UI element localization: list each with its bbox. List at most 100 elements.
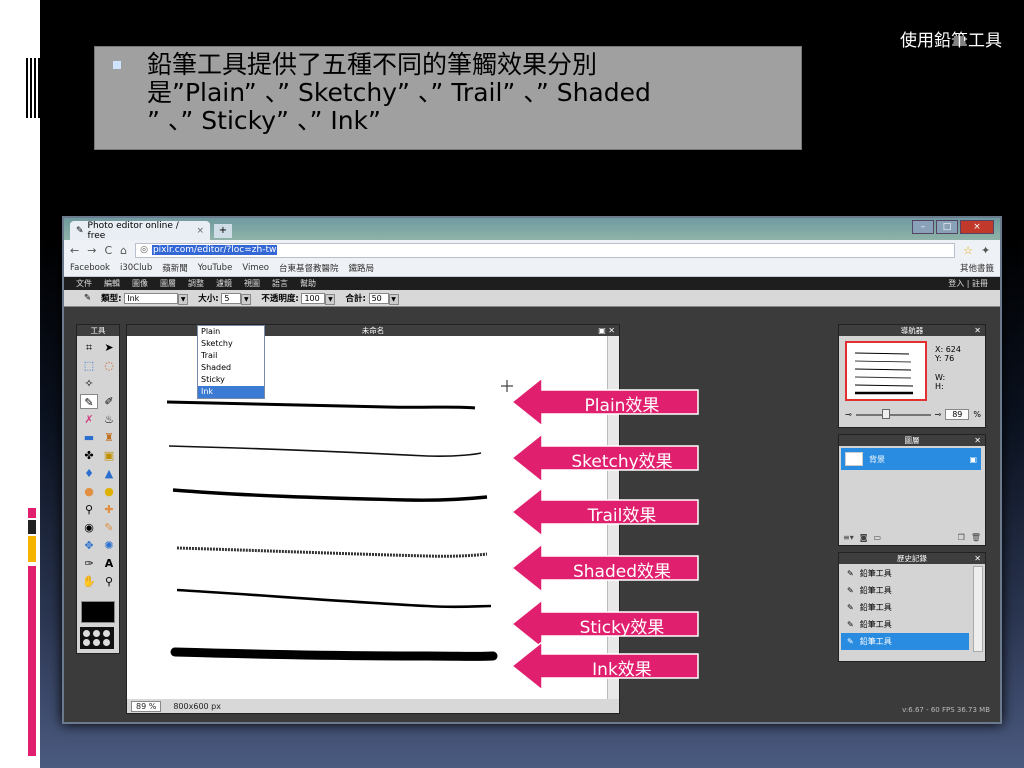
type-select[interactable]: Ink [124,292,179,304]
home-icon[interactable]: ⌂ [120,244,127,257]
navigator-thumbnail[interactable] [845,341,927,401]
crop-icon[interactable]: ⌗ [80,340,98,355]
status-zoom[interactable]: 89 % [131,700,162,712]
canvas-window-controls[interactable]: ▣ ✕ [598,325,615,336]
bookmark-facebook[interactable]: Facebook [70,263,110,273]
bookmark-railway[interactable]: 鐵路局 [349,262,375,274]
minimize-button[interactable]: – [912,220,934,234]
bandage-icon[interactable]: ✎ [100,520,118,535]
bucket-icon[interactable]: ♨ [100,412,118,427]
sponge-icon[interactable]: ● [80,484,98,499]
history-item[interactable]: ✎ 鉛筆工具 [841,599,969,616]
dropdown-option-sticky[interactable]: Sticky [198,374,264,386]
dropdown-option-trail[interactable]: Trail [198,350,264,362]
redeye-icon[interactable]: ◉ [80,520,98,535]
zoom-out-icon[interactable]: ⊸ [845,410,852,419]
drop-icon[interactable]: ♦ [80,466,98,481]
menu-image[interactable]: 圖像 [132,278,148,289]
history-item[interactable]: ✎ 鉛筆工具 [841,616,969,633]
hand-icon[interactable]: ✋ [80,574,98,589]
brush-icon[interactable]: ✐ [100,394,118,409]
close-window-button[interactable]: × [960,220,994,234]
history-item[interactable]: ✎ 鉛筆工具 [841,565,969,582]
bookmark-hospital[interactable]: 台東基督教醫院 [279,262,339,274]
dropdown-option-ink[interactable]: Ink [198,386,264,398]
opacity-dropdown-arrow-icon[interactable]: ▼ [325,293,336,305]
bloat-icon[interactable]: ✺ [100,538,118,553]
lasso-icon[interactable]: ◌ [100,358,118,373]
other-bookmarks[interactable]: 其他書籤 [960,262,994,274]
bookmark-vimeo[interactable]: Vimeo [242,263,269,273]
history-item[interactable]: ✎ 鉛筆工具 [841,582,969,599]
star-icon[interactable]: ☆ [963,244,973,257]
back-icon[interactable]: ← [70,244,79,257]
navigator-zoom-value[interactable]: 89 [945,409,970,420]
layer-mask-icon[interactable]: ◙ [860,533,868,542]
layer-new-folder-icon[interactable]: ▭ [873,533,881,542]
dropdown-option-shaded[interactable]: Shaded [198,362,264,374]
pinch-icon[interactable]: ✥ [80,538,98,553]
wrench-icon[interactable]: ✦ [981,244,990,257]
history-scrollbar[interactable] [973,566,983,652]
text-icon[interactable]: A [100,556,118,571]
menu-view[interactable]: 視圖 [244,278,260,289]
forward-icon[interactable]: → [87,244,96,257]
bookmark-news[interactable]: 蘋新聞 [162,262,188,274]
navigator-close-icon[interactable]: ✕ [974,325,981,336]
reload-icon[interactable]: C [104,244,112,257]
menu-language[interactable]: 語言 [272,278,288,289]
total-input[interactable]: 50 [368,292,389,304]
menu-edit[interactable]: 編輯 [104,278,120,289]
zoom-slider-knob[interactable] [881,408,890,419]
layer-new-icon[interactable]: ❐ [958,533,965,542]
dropdown-option-sketchy[interactable]: Sketchy [198,338,264,350]
bookmark-i30club[interactable]: i30Club [120,263,152,273]
url-input[interactable]: ◎ pixlr.com/editor/?loc=zh-tw [135,242,956,258]
zoom-icon[interactable]: ⚲ [100,574,118,589]
menu-adjust[interactable]: 調整 [188,278,204,289]
maximize-button[interactable]: □ [936,220,958,234]
zoom-slider[interactable] [855,408,931,419]
tool-presets[interactable] [80,627,114,649]
burn-icon[interactable]: ⚲ [80,502,98,517]
type-dropdown-list[interactable]: Plain Sketchy Trail Shaded Sticky Ink [197,325,265,399]
color-swatch[interactable] [81,601,115,623]
close-tab-icon[interactable]: × [196,226,204,236]
bookmark-youtube[interactable]: YouTube [198,263,233,273]
pencil-tool-icon[interactable]: ✎ [80,394,98,409]
heal-icon[interactable]: ✚ [100,502,118,517]
layer-options-icon[interactable]: ≡▾ [843,533,854,542]
opacity-input[interactable]: 100 [301,292,326,304]
color-picker-icon[interactable]: ✑ [80,556,98,571]
history-close-icon[interactable]: ✕ [974,553,981,564]
browser-tab[interactable]: ✎ Photo editor online / free × [70,221,210,241]
layers-close-icon[interactable]: ✕ [974,435,981,446]
marquee-icon[interactable]: ⬚ [80,358,98,373]
size-input[interactable]: 5 [221,292,242,304]
login-link[interactable]: 登入 | 註冊 [948,278,988,289]
picture-icon[interactable]: ▣ [100,448,118,463]
layer-item-background[interactable]: 背景 ▣ [841,448,981,470]
dropdown-option-plain[interactable]: Plain [198,326,264,338]
history-item-current[interactable]: ✎ 鉛筆工具 [841,633,969,650]
eraser-icon[interactable]: ✗ [80,412,98,427]
new-tab-button[interactable]: + [214,224,232,238]
layer-delete-icon[interactable]: 🗑 [971,533,981,542]
zoom-in-icon[interactable]: ⊸ [935,410,942,419]
move-icon[interactable]: ➤ [100,340,118,355]
menu-file[interactable]: 文件 [76,278,92,289]
history-title: 歷史記錄 [897,554,927,563]
wand-icon[interactable]: ✧ [80,376,98,391]
menu-help[interactable]: 幫助 [300,278,316,289]
gradient-icon[interactable]: ▬ [80,430,98,445]
menu-layer[interactable]: 圖層 [160,278,176,289]
total-dropdown-arrow-icon[interactable]: ▼ [388,293,399,305]
type-dropdown-arrow-icon[interactable]: ▼ [178,293,189,305]
menu-filter[interactable]: 濾鏡 [216,278,232,289]
size-dropdown-arrow-icon[interactable]: ▼ [241,293,252,305]
sharpen-icon[interactable]: ▲ [100,466,118,481]
dodge-icon[interactable]: ● [100,484,118,499]
shape-icon[interactable]: ✤ [80,448,98,463]
navigator-wh: W: H: [935,373,945,391]
stamp-icon[interactable]: ♜ [100,430,118,445]
